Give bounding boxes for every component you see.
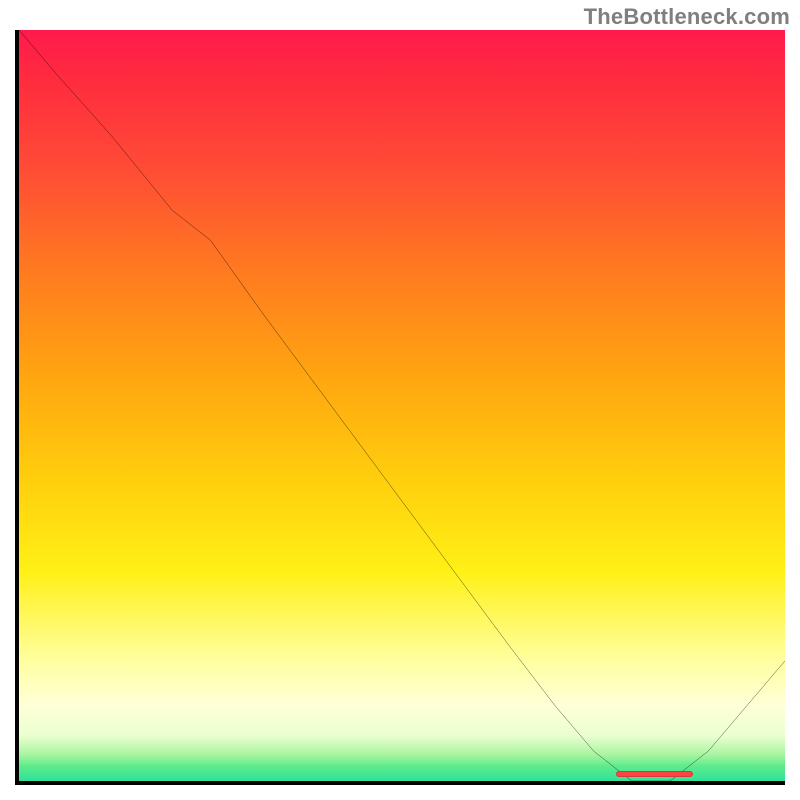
plot-area xyxy=(15,30,785,785)
curve-path xyxy=(19,30,785,781)
watermark-text: TheBottleneck.com xyxy=(584,4,790,30)
optimal-range-marker xyxy=(616,771,693,777)
line-curve xyxy=(19,30,785,781)
chart-container: TheBottleneck.com xyxy=(0,0,800,800)
